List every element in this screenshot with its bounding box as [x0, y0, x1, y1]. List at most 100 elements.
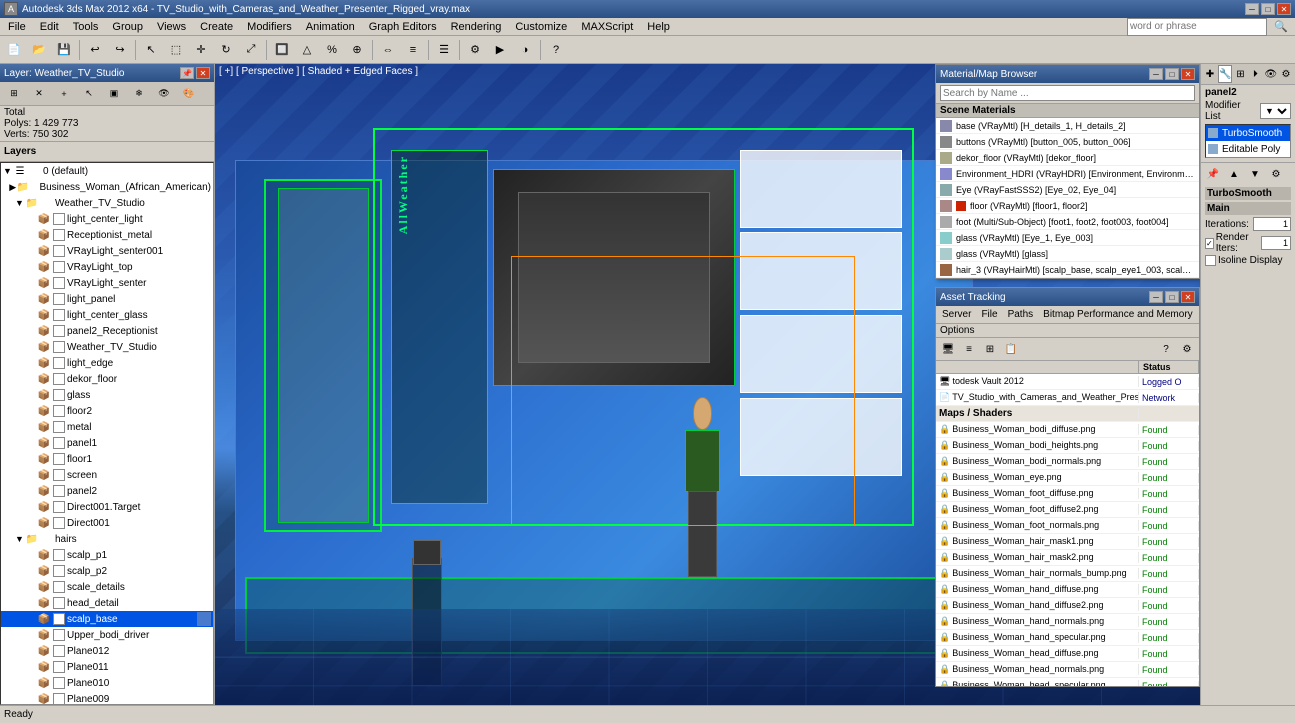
utilities-tab[interactable]: ⚙: [1279, 65, 1293, 83]
layer-item[interactable]: 📦floor1: [1, 451, 213, 467]
menu-tools[interactable]: Tools: [67, 18, 105, 36]
layer-checkbox[interactable]: [53, 325, 65, 337]
layer-checkbox[interactable]: [53, 405, 65, 417]
spinner-snap-button[interactable]: ⊕: [345, 38, 369, 62]
move-button[interactable]: ✛: [189, 38, 213, 62]
layer-select-all[interactable]: ▣: [102, 82, 126, 106]
layer-checkbox[interactable]: [53, 661, 65, 673]
help-btn[interactable]: ?: [544, 38, 568, 62]
layer-item[interactable]: 📦scalp_p2: [1, 563, 213, 579]
layer-checkbox[interactable]: [53, 341, 65, 353]
asset-tb-btn-1[interactable]: 🖥: [938, 340, 958, 358]
undo-button[interactable]: ↩: [83, 38, 107, 62]
layer-item[interactable]: 📦Receptionist_metal: [1, 227, 213, 243]
asset-list[interactable]: 🖥todesk Vault 2012Logged O📄TV_Studio_wit…: [936, 374, 1199, 686]
layer-checkbox[interactable]: [53, 485, 65, 497]
save-button[interactable]: 💾: [52, 38, 76, 62]
layer-checkbox[interactable]: [53, 597, 65, 609]
select-button[interactable]: ↖: [139, 38, 163, 62]
render-iters-checkbox[interactable]: ✓: [1205, 238, 1214, 249]
mat-item[interactable]: dekor_floor (VRayMtl) [dekor_floor]: [936, 150, 1199, 166]
layer-item[interactable]: 📦VRayLight_senter001: [1, 243, 213, 259]
layer-item[interactable]: 📦panel1: [1, 435, 213, 451]
asset-row[interactable]: 🔒Business_Woman_hand_specular.pngFound: [936, 630, 1199, 646]
layer-checkbox[interactable]: [53, 645, 65, 657]
mat-list[interactable]: base (VRayMtl) [H_details_1, H_details_2…: [936, 118, 1199, 278]
close-button[interactable]: ✕: [1277, 3, 1291, 15]
modifier-item[interactable]: Editable Poly: [1206, 141, 1290, 157]
asset-row[interactable]: 🔒Business_Woman_foot_diffuse2.pngFound: [936, 502, 1199, 518]
menu-animation[interactable]: Animation: [300, 18, 361, 36]
layer-checkbox[interactable]: [53, 677, 65, 689]
new-button[interactable]: 📄: [2, 38, 26, 62]
layer-checkbox[interactable]: [53, 693, 65, 705]
layer-checkbox[interactable]: [53, 261, 65, 273]
minimize-button[interactable]: ─: [1245, 3, 1259, 15]
menu-graph-editors[interactable]: Graph Editors: [363, 18, 443, 36]
asset-row[interactable]: 🔒Business_Woman_hair_mask2.pngFound: [936, 550, 1199, 566]
search-button[interactable]: 🔍: [1269, 15, 1293, 39]
menu-modifiers[interactable]: Modifiers: [241, 18, 298, 36]
layer-checkbox[interactable]: [53, 389, 65, 401]
layer-item[interactable]: 📦VRayLight_top: [1, 259, 213, 275]
layer-item[interactable]: 📦Direct001.Target: [1, 499, 213, 515]
asset-row[interactable]: 🔒Business_Woman_eye.pngFound: [936, 470, 1199, 486]
layer-item[interactable]: 📦Direct001: [1, 515, 213, 531]
layer-item[interactable]: 📦dekor_floor: [1, 371, 213, 387]
mat-item[interactable]: base (VRayMtl) [H_details_1, H_details_2…: [936, 118, 1199, 134]
isoline-checkbox[interactable]: [1205, 255, 1216, 266]
menu-rendering[interactable]: Rendering: [445, 18, 508, 36]
layer-item[interactable]: 📦panel2_Receptionist: [1, 323, 213, 339]
snap-button[interactable]: 🔲: [270, 38, 294, 62]
mirror-button[interactable]: ⇔: [376, 38, 400, 62]
layer-checkbox[interactable]: [53, 277, 65, 289]
mat-item[interactable]: buttons (VRayMtl) [button_005, button_00…: [936, 134, 1199, 150]
iterations-input[interactable]: [1253, 217, 1291, 231]
layer-item[interactable]: 📦panel2: [1, 483, 213, 499]
layer-item[interactable]: ▶📁Business_Woman_(African_American): [1, 179, 213, 195]
asset-row[interactable]: 🔒Business_Woman_head_specular.pngFound: [936, 678, 1199, 686]
layer-panel-close[interactable]: ✕: [196, 67, 210, 79]
asset-row[interactable]: 🔒Business_Woman_bodi_heights.pngFound: [936, 438, 1199, 454]
modifier-list-dropdown[interactable]: ▼: [1260, 103, 1291, 119]
render-iters-input[interactable]: [1261, 236, 1291, 250]
display-tab[interactable]: 👁: [1263, 65, 1278, 83]
select-region-button[interactable]: ⬚: [164, 38, 188, 62]
open-button[interactable]: 📂: [27, 38, 51, 62]
render-button[interactable]: ▶: [488, 38, 512, 62]
mat-browser-minimize[interactable]: ─: [1149, 68, 1163, 80]
layer-item[interactable]: 📦light_center_glass: [1, 307, 213, 323]
asset-row[interactable]: 🔒Business_Woman_hand_diffuse2.pngFound: [936, 598, 1199, 614]
layer-checkbox[interactable]: [53, 293, 65, 305]
layer-checkbox[interactable]: [53, 213, 65, 225]
modify-tab active[interactable]: 🔧: [1218, 65, 1232, 83]
layer-item[interactable]: 📦floor2: [1, 403, 213, 419]
layer-item[interactable]: 📦Plane009: [1, 691, 213, 705]
layer-checkbox[interactable]: [53, 437, 65, 449]
layer-hide[interactable]: 👁: [152, 82, 176, 106]
layer-checkbox[interactable]: [53, 229, 65, 241]
asset-menu-item[interactable]: File: [977, 308, 1001, 321]
mat-item[interactable]: Eye (VRayFastSSS2) [Eye_02, Eye_04]: [936, 182, 1199, 198]
asset-tracking-restore[interactable]: □: [1165, 291, 1179, 303]
asset-tb-help[interactable]: ?: [1156, 340, 1176, 358]
asset-row[interactable]: 🔒Business_Woman_hair_normals_bump.pngFou…: [936, 566, 1199, 582]
asset-tb-btn-3[interactable]: ⊞: [980, 340, 1000, 358]
layer-checkbox[interactable]: [53, 549, 65, 561]
angle-snap-button[interactable]: △: [295, 38, 319, 62]
asset-menu-item[interactable]: Bitmap Performance and Memory: [1039, 308, 1197, 321]
asset-tb-btn-4[interactable]: 📋: [1001, 340, 1021, 358]
asset-row[interactable]: 🖥todesk Vault 2012Logged O: [936, 374, 1199, 390]
layers-list[interactable]: ▼☰0 (default)▶📁Business_Woman_(African_A…: [0, 162, 214, 705]
align-button[interactable]: ≡: [401, 38, 425, 62]
asset-tracking-minimize[interactable]: ─: [1149, 291, 1163, 303]
menu-file[interactable]: File: [2, 18, 32, 36]
hierarchy-tab[interactable]: ⊞: [1233, 65, 1247, 83]
percent-snap-button[interactable]: %: [320, 38, 344, 62]
layer-checkbox[interactable]: [53, 453, 65, 465]
asset-menu-item[interactable]: Paths: [1004, 308, 1038, 321]
mat-item[interactable]: foot (Multi/Sub-Object) [foot1, foot2, f…: [936, 214, 1199, 230]
menu-edit[interactable]: Edit: [34, 18, 65, 36]
asset-row[interactable]: 🔒Business_Woman_head_diffuse.pngFound: [936, 646, 1199, 662]
asset-row[interactable]: 🔒Business_Woman_bodi_normals.pngFound: [936, 454, 1199, 470]
